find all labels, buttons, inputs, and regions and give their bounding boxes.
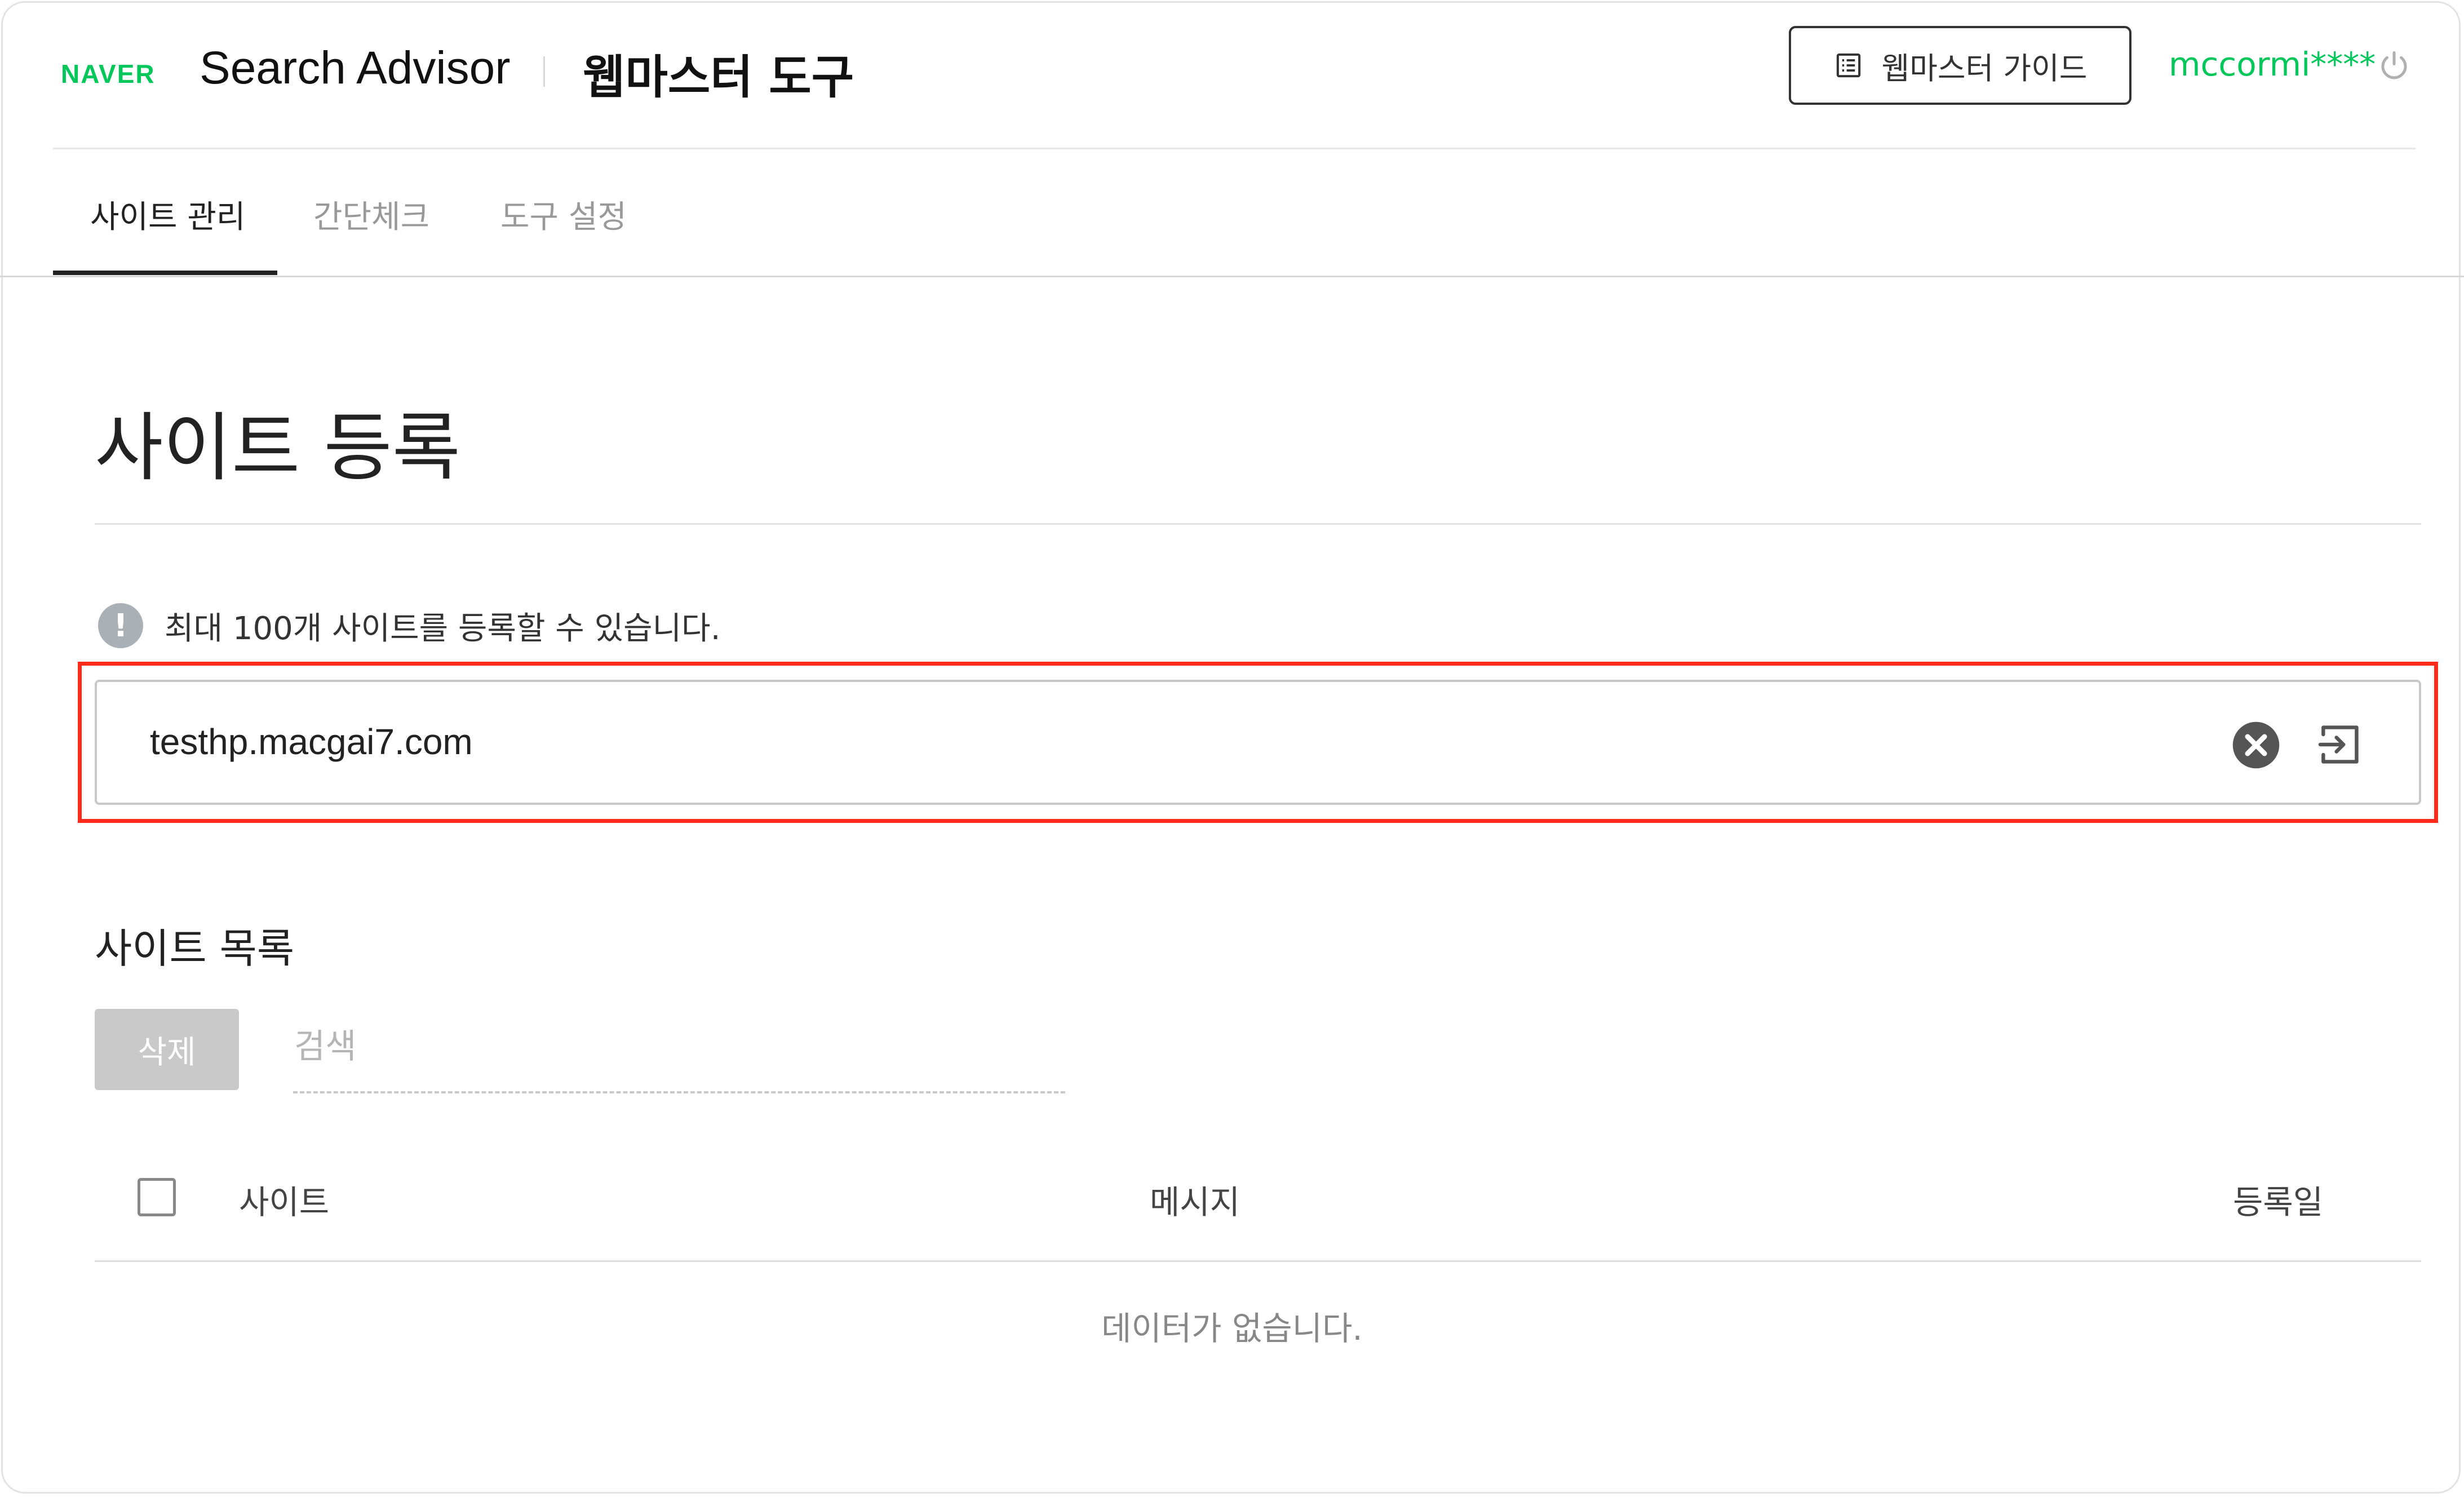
list-doc-icon	[1836, 53, 1860, 78]
table-header-divider	[95, 1260, 2421, 1262]
page-title: 사이트 등록	[95, 405, 461, 491]
site-search-input[interactable]	[293, 1018, 1067, 1075]
column-header-message: 메시지	[1150, 1183, 1240, 1221]
brand-name[interactable]: Search Advisor	[200, 42, 511, 95]
tab-quick-check[interactable]: 간단체크	[313, 192, 429, 237]
title-divider	[543, 56, 545, 87]
header-divider	[53, 148, 2416, 149]
delete-button[interactable]: 삭제	[95, 1009, 239, 1090]
naver-logo[interactable]: NAVER	[61, 59, 156, 89]
clear-icon[interactable]	[2231, 720, 2281, 770]
site-url-input[interactable]	[149, 705, 2180, 779]
site-url-field[interactable]	[95, 680, 2421, 805]
page-title-divider	[95, 523, 2421, 525]
active-tab-indicator	[53, 271, 277, 275]
empty-table-message: 데이터가 없습니다.	[1101, 1309, 1363, 1348]
column-header-registered-date: 등록일	[2233, 1183, 2324, 1221]
select-all-checkbox[interactable]	[138, 1178, 176, 1216]
site-search-field[interactable]	[293, 1018, 1067, 1093]
info-icon: !	[98, 603, 143, 648]
app-title: 웹마스터 도구	[583, 51, 854, 104]
webmaster-guide-label: 웹마스터 가이드	[1881, 50, 2088, 86]
column-header-site: 사이트	[239, 1183, 330, 1221]
tabs-divider	[0, 276, 2464, 277]
tab-tool-settings[interactable]: 도구 설정	[500, 192, 627, 237]
registration-limit-notice: 최대 100개 사이트를 등록할 수 있습니다.	[165, 610, 721, 647]
power-icon[interactable]	[2377, 48, 2411, 82]
webmaster-guide-button[interactable]: 웹마스터 가이드	[1789, 26, 2131, 105]
submit-arrow-icon[interactable]	[2315, 720, 2364, 769]
tab-site-management[interactable]: 사이트 관리	[90, 192, 245, 237]
user-id[interactable]: mccormi****	[2169, 45, 2376, 83]
site-list-title: 사이트 목록	[95, 925, 295, 972]
